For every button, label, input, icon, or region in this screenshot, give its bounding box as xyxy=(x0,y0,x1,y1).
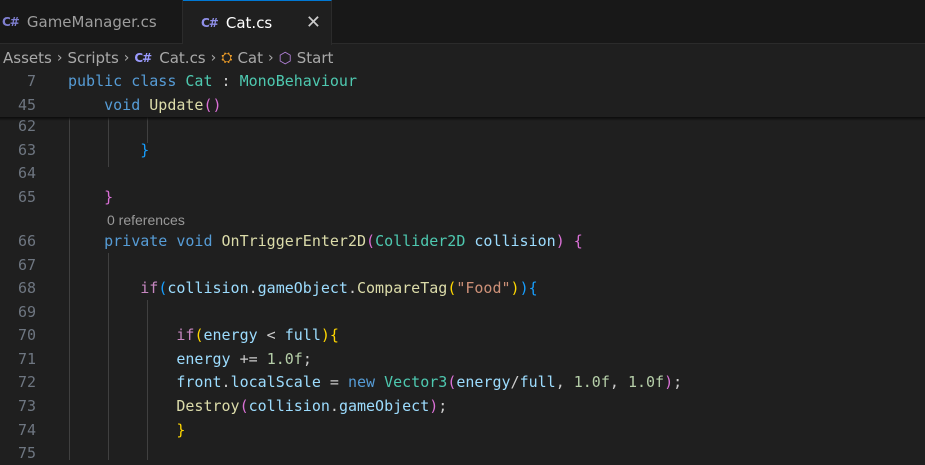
breadcrumb-item-method[interactable]: Start xyxy=(297,49,334,67)
code-line[interactable]: 64 xyxy=(0,162,925,185)
breadcrumb-item-file[interactable]: Cat.cs xyxy=(159,49,205,67)
editor-tab-bar: C# GameManager.cs C# Cat.cs ✕ xyxy=(0,0,925,45)
csharp-icon: C# xyxy=(201,16,219,30)
code-line[interactable]: 69 xyxy=(0,301,925,324)
code-line[interactable]: 63 } xyxy=(0,139,925,162)
tab-label: GameManager.cs xyxy=(26,13,157,31)
line-number: 75 xyxy=(17,444,36,462)
code-line[interactable]: 68 if(collision.gameObject.CompareTag("F… xyxy=(0,277,925,300)
code-line[interactable]: 73 Destroy(collision.gameObject); xyxy=(0,395,925,418)
class-icon: ⛭ xyxy=(221,50,233,66)
line-number: 7 xyxy=(26,72,36,90)
code-text: private void OnTriggerEnter2D(Collider2D… xyxy=(104,232,583,250)
breadcrumb-item-scripts[interactable]: Scripts xyxy=(67,49,118,67)
line-number: 63 xyxy=(17,141,36,159)
tab-gamemanager[interactable]: C# GameManager.cs xyxy=(0,0,183,44)
code-text: front.localScale = new Vector3(energy/fu… xyxy=(176,373,683,391)
code-line[interactable]: 75 xyxy=(0,442,925,465)
line-number: 73 xyxy=(17,397,36,415)
code-text: energy += 1.0f; xyxy=(176,350,312,368)
code-text: } xyxy=(176,421,186,439)
code-editor[interactable]: 7 public class Cat : MonoBehaviour 45 vo… xyxy=(0,70,925,462)
code-line[interactable]: 71 energy += 1.0f; xyxy=(0,348,925,371)
sticky-line[interactable]: 45 void Update() xyxy=(0,94,925,117)
code-line[interactable]: 65 } xyxy=(0,186,925,209)
code-line[interactable]: 66 private void OnTriggerEnter2D(Collide… xyxy=(0,230,925,253)
tab-label: Cat.cs xyxy=(225,14,273,32)
code-text: } xyxy=(104,188,114,206)
csharp-icon: C# xyxy=(2,15,20,29)
line-number: 64 xyxy=(17,164,36,182)
line-number: 72 xyxy=(17,373,36,391)
chevron-right-icon: › xyxy=(123,50,130,66)
line-number: 69 xyxy=(17,303,36,321)
code-text: } xyxy=(140,141,150,159)
code-line[interactable]: 74 } xyxy=(0,419,925,442)
breadcrumb: Assets › Scripts › C# Cat.cs › ⛭ Cat › ⬡… xyxy=(0,46,925,70)
csharp-icon: C# xyxy=(134,51,152,65)
chevron-right-icon: › xyxy=(56,50,63,66)
line-number: 68 xyxy=(17,279,36,297)
close-icon[interactable]: ✕ xyxy=(306,12,321,33)
line-number: 74 xyxy=(17,421,36,439)
codelens-references[interactable]: 0 references xyxy=(107,209,185,232)
code-line[interactable]: 72 front.localScale = new Vector3(energy… xyxy=(0,371,925,394)
line-number: 70 xyxy=(17,326,36,344)
breadcrumb-item-assets[interactable]: Assets xyxy=(3,49,52,67)
code-line[interactable]: 67 xyxy=(0,254,925,277)
line-number: 71 xyxy=(17,350,36,368)
chevron-right-icon: › xyxy=(210,50,217,66)
line-number: 45 xyxy=(17,96,36,114)
line-number: 65 xyxy=(17,188,36,206)
code-text: Destroy(collision.gameObject); xyxy=(176,397,448,415)
breadcrumb-item-class[interactable]: Cat xyxy=(237,49,263,67)
method-icon: ⬡ xyxy=(278,49,292,67)
code-text: public class Cat : MonoBehaviour xyxy=(68,72,357,90)
codelens-line: 0 references xyxy=(0,209,925,232)
tab-cat[interactable]: C# Cat.cs ✕ xyxy=(183,0,332,45)
chevron-right-icon: › xyxy=(268,50,274,66)
code-text: if(energy < full){ xyxy=(176,326,339,344)
sticky-line[interactable]: 7 public class Cat : MonoBehaviour xyxy=(0,70,925,93)
code-text: if(collision.gameObject.CompareTag("Food… xyxy=(140,279,538,297)
line-number: 66 xyxy=(17,232,36,250)
code-line[interactable]: 70 if(energy < full){ xyxy=(0,324,925,347)
sticky-scroll-shadow xyxy=(0,117,925,121)
line-number: 67 xyxy=(17,256,36,274)
code-text: void Update() xyxy=(104,96,222,114)
